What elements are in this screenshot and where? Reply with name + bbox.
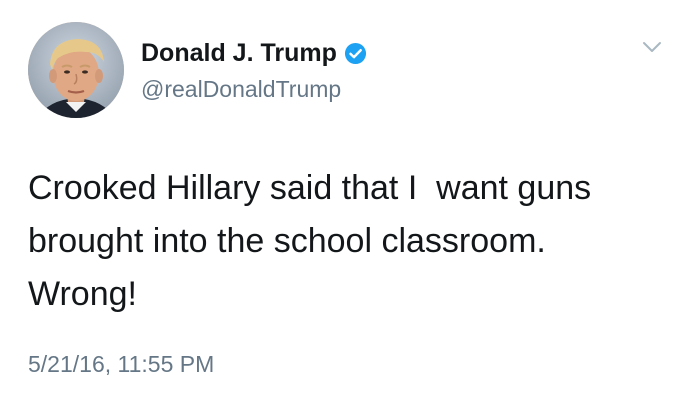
- chevron-down-icon[interactable]: [642, 40, 662, 54]
- tweet-text: Crooked Hillary said that I want guns br…: [28, 162, 658, 321]
- tweet-card: Donald J. Trump @realDonaldTrump Crooked…: [0, 0, 680, 403]
- author-row: Donald J. Trump: [141, 38, 367, 68]
- user-handle[interactable]: @realDonaldTrump: [141, 76, 341, 103]
- tweet-text-line: Wrong!: [28, 275, 137, 313]
- tweet-text-line: brought into the school classroom.: [28, 222, 546, 260]
- avatar[interactable]: [28, 22, 124, 118]
- verified-badge-icon: [344, 42, 367, 65]
- display-name[interactable]: Donald J. Trump: [141, 39, 337, 68]
- tweet-timestamp[interactable]: 5/21/16, 11:55 PM: [28, 351, 214, 378]
- avatar-image: [28, 22, 124, 118]
- tweet-text-line: Crooked Hillary said that I want guns: [28, 169, 592, 207]
